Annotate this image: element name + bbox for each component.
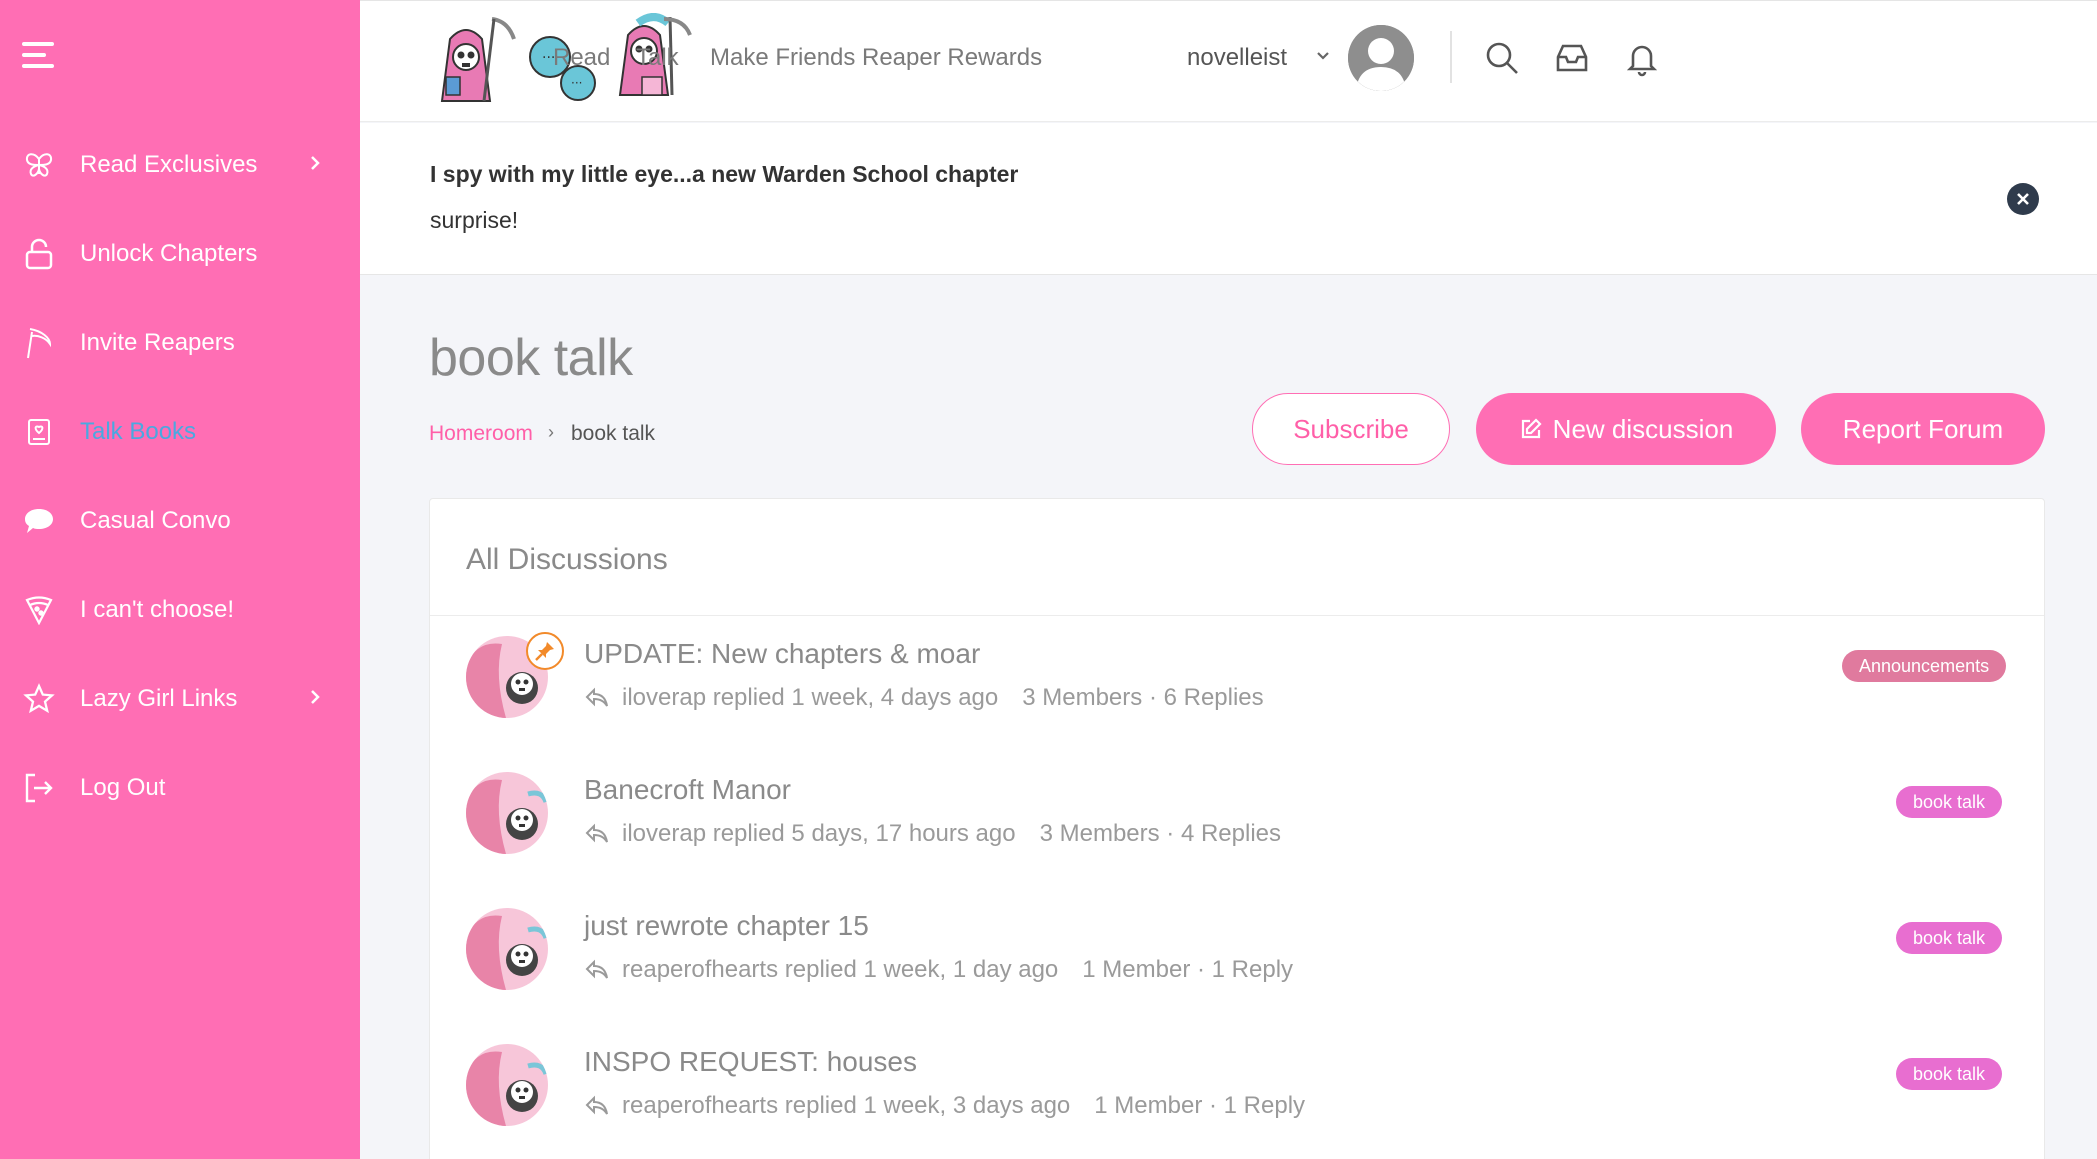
header-divider <box>1450 31 1452 83</box>
pizza-icon <box>22 593 56 627</box>
discussion-meta: reaperofhearts replied 1 week, 3 days ag… <box>584 1092 1305 1120</box>
close-icon[interactable] <box>2007 183 2039 215</box>
nav-make-friends[interactable]: Make Friends <box>710 44 855 72</box>
announcement-headline: I spy with my little eye...a new Warden … <box>430 161 1019 187</box>
tag-book-talk[interactable]: book talk <box>1896 786 2003 818</box>
bell-icon[interactable] <box>1623 39 1661 77</box>
sidebar-item-label: Lazy Girl Links <box>80 685 238 712</box>
discussions-heading: All Discussions <box>466 543 668 576</box>
sidebar-item-label: Read Exclusives <box>80 151 258 178</box>
nav-talk[interactable]: Talk <box>636 44 679 72</box>
sidebar-item-label: Unlock Chapters <box>80 240 258 267</box>
discussion-meta: iloverap replied 5 days, 17 hours ago 3 … <box>584 820 1281 848</box>
speech-bubble-icon <box>22 504 56 538</box>
subscribe-button[interactable]: Subscribe <box>1252 393 1450 465</box>
report-forum-button[interactable]: Report Forum <box>1801 393 2045 465</box>
discussion-title[interactable]: just rewrote chapter 15 <box>584 910 869 942</box>
avatar <box>466 908 548 990</box>
discussion-title[interactable]: Banecroft Manor <box>584 774 791 806</box>
sidebar-item-label: Log Out <box>80 774 166 801</box>
scythe-icon <box>22 326 56 360</box>
reply-icon <box>584 1095 610 1117</box>
sidebar-item-label: Talk Books <box>80 418 197 445</box>
sidebar: Read Exclusives Unlock Chapters Invite R… <box>0 0 360 1159</box>
subscribe-label: Subscribe <box>1293 413 1409 444</box>
pin-icon <box>526 632 564 670</box>
sidebar-item-casual-convo[interactable]: Casual Convo <box>0 491 360 551</box>
reply-icon <box>584 823 610 845</box>
discussion-activity: reaperofhearts replied 1 week, 1 day ago <box>622 956 1059 983</box>
discussions-panel: All Discussions UPDATE: New chapters & m… <box>429 498 2045 1159</box>
chevron-right-icon <box>308 153 322 178</box>
sidebar-item-label: I can't choose! <box>80 596 235 623</box>
sidebar-item-i-cant-choose[interactable]: I can't choose! <box>0 580 360 640</box>
inbox-icon[interactable] <box>1553 39 1591 77</box>
report-forum-label: Report Forum <box>1842 413 2004 444</box>
announcement-subtext: surprise! <box>430 207 519 233</box>
new-discussion-label: New discussion <box>1552 413 1734 444</box>
tag-book-talk[interactable]: book talk <box>1896 922 2003 954</box>
discussion-stats: 3 Members · 6 Replies <box>1022 684 1264 711</box>
unlock-icon <box>22 237 56 271</box>
discussion-activity: reaperofhearts replied 1 week, 3 days ag… <box>622 1092 1071 1119</box>
discussion-stats: 3 Members · 4 Replies <box>1039 820 1282 847</box>
discussion-activity: iloverap replied 5 days, 17 hours ago <box>622 820 1016 847</box>
nav-reaper-rewards[interactable]: Reaper Rewards <box>862 44 1042 72</box>
chevron-down-icon[interactable] <box>1315 49 1331 67</box>
sidebar-item-label: Casual Convo <box>80 507 231 534</box>
discussion-meta: iloverap replied 1 week, 4 days ago 3 Me… <box>584 684 1264 712</box>
username[interactable]: novelleist <box>1187 44 1287 72</box>
breadcrumb-home-link[interactable]: Homeroom <box>429 422 533 446</box>
sidebar-item-unlock-chapters[interactable]: Unlock Chapters <box>0 224 360 284</box>
breadcrumb-current: book talk <box>571 422 656 445</box>
reply-icon <box>584 687 610 709</box>
search-icon[interactable] <box>1483 39 1521 77</box>
discussion-title[interactable]: INSPO REQUEST: houses <box>584 1046 917 1078</box>
sidebar-item-read-exclusives[interactable]: Read Exclusives <box>0 135 360 195</box>
sidebar-item-label: Invite Reapers <box>80 329 235 356</box>
sidebar-item-lazy-girl-links[interactable]: Lazy Girl Links <box>0 669 360 729</box>
user-avatar[interactable] <box>1348 25 1414 91</box>
discussion-activity: iloverap replied 1 week, 4 days ago <box>622 684 999 711</box>
new-discussion-button[interactable]: New discussion <box>1476 393 1776 465</box>
logout-icon <box>22 771 56 805</box>
chevron-right-icon <box>308 687 322 712</box>
tag-announcements[interactable]: Announcements <box>1842 650 2007 682</box>
sidebar-item-log-out[interactable]: Log Out <box>0 758 360 818</box>
book-icon <box>22 415 56 449</box>
discussion-title[interactable]: UPDATE: New chapters & moar <box>584 638 980 670</box>
star-icon <box>22 682 56 716</box>
discussion-row[interactable]: UPDATE: New chapters & moar iloverap rep… <box>430 616 2044 752</box>
avatar <box>466 772 548 854</box>
svg-text:···: ··· <box>571 76 582 90</box>
edit-icon <box>1519 417 1543 441</box>
top-header: ··· ··· Read Talk Make Friends Reaper Re… <box>360 0 2097 122</box>
discussion-row[interactable]: just rewrote chapter 15 reaperofhearts r… <box>430 888 2044 1024</box>
discussion-row[interactable]: INSPO REQUEST: houses reaperofhearts rep… <box>430 1024 2044 1159</box>
breadcrumb-separator: › <box>548 422 554 442</box>
discussion-row[interactable]: Banecroft Manor iloverap replied 5 days,… <box>430 752 2044 888</box>
tag-book-talk[interactable]: book talk <box>1896 1058 2003 1090</box>
discussions-header: All Discussions <box>430 499 2044 616</box>
reply-icon <box>584 959 610 981</box>
avatar <box>466 1044 548 1126</box>
discussion-meta: reaperofhearts replied 1 week, 1 day ago… <box>584 956 1293 984</box>
sidebar-item-talk-books[interactable]: Talk Books <box>0 402 360 462</box>
nav-read[interactable]: Read <box>553 44 610 72</box>
hamburger-menu-icon[interactable] <box>22 40 58 70</box>
discussion-stats: 1 Member · 1 Reply <box>1094 1092 1306 1119</box>
announcement-banner: I spy with my little eye...a new Warden … <box>360 123 2097 275</box>
sidebar-item-invite-reapers[interactable]: Invite Reapers <box>0 313 360 373</box>
page-title: book talk <box>429 329 633 387</box>
butterfly-icon <box>22 148 56 182</box>
discussion-stats: 1 Member · 1 Reply <box>1082 956 1294 983</box>
